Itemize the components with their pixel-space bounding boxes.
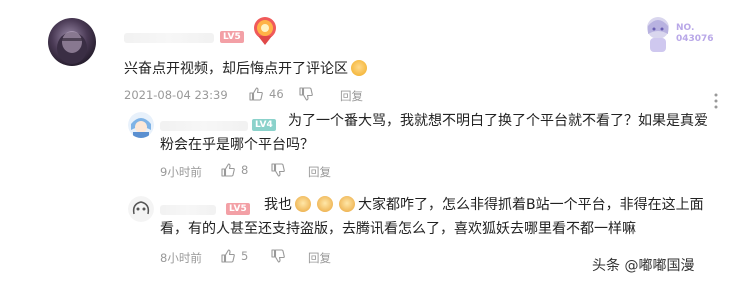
reply-2-like-count: 5 — [241, 249, 249, 263]
reply-2-time: 8小时前 — [160, 251, 202, 265]
reply-2-text-body: 大家都咋了，怎么非得抓着B站一个平台，非得在这上面 — [358, 197, 704, 213]
reply-1-reply-label: 回复 — [308, 165, 331, 179]
reply-2-reply-label: 回复 — [308, 251, 331, 265]
comment-like-button[interactable]: 46 — [248, 86, 284, 102]
comment-reply-button[interactable]: 回复 — [340, 88, 363, 104]
reply-2-text-line2: 看，有的人甚至还支持盗版，去腾讯看怎么了，喜欢狐妖去哪里看不都一样嘛 — [160, 221, 636, 237]
thumbs-down-icon — [271, 163, 285, 177]
reply-2-username[interactable] — [160, 205, 216, 215]
reply-2-text-prefix: 我也 — [264, 197, 292, 213]
watermark: 头条 @嘟嘟国漫 — [592, 255, 694, 275]
reply-1-reply-button[interactable]: 回复 — [308, 164, 331, 180]
doge-emoji-icon — [339, 196, 355, 212]
comment-date: 2021-08-04 23:39 — [124, 88, 228, 102]
comment-text: 兴奋点开视频，却后悔点开了评论区 — [124, 58, 370, 80]
reply-2-avatar[interactable] — [128, 196, 154, 222]
reply-2-text-line1: 我也 大家都咋了，怎么非得抓着B站一个平台，非得在这上面 — [264, 193, 704, 217]
thumbs-up-icon — [221, 249, 235, 263]
reply-1-time: 9小时前 — [160, 165, 202, 179]
comment-dislike-button[interactable] — [298, 86, 314, 102]
doge-emoji-icon — [317, 196, 333, 212]
thumbs-down-icon — [271, 249, 285, 263]
fan-badge-card: NO. 043076 — [640, 14, 730, 54]
reply-1-text-line1: 为了一个番大骂，我就想不明白了换了个平台就不看了？如果是真爱 — [288, 113, 708, 129]
comment-like-count: 46 — [269, 87, 284, 101]
reply-2-reply-button[interactable]: 回复 — [308, 250, 331, 266]
reply-2-level-badge: LV5 — [226, 203, 250, 215]
thumbs-up-icon — [249, 87, 263, 101]
medal-icon — [252, 16, 278, 46]
fan-badge-label: NO. — [676, 23, 695, 33]
thumbs-up-icon — [221, 163, 235, 177]
thumbs-down-icon — [299, 87, 313, 101]
fan-badge-number: 043076 — [676, 34, 714, 44]
comment-reply-label: 回复 — [340, 89, 363, 103]
fan-badge-character-icon — [647, 17, 669, 52]
reply-1-avatar[interactable] — [128, 112, 154, 138]
reply-1-text-line2: 粉会在乎是哪个平台吗？ — [160, 137, 314, 153]
reply-1-like-count: 8 — [241, 163, 249, 177]
blush-emoji-icon — [351, 60, 367, 76]
commenter-avatar[interactable] — [48, 18, 96, 66]
commenter-username[interactable] — [124, 33, 214, 43]
reply-1-level-badge: LV4 — [252, 119, 276, 131]
doge-emoji-icon — [295, 196, 311, 212]
commenter-level-badge: LV5 — [220, 31, 244, 43]
reply-2-dislike-button[interactable] — [270, 248, 286, 264]
reply-1-dislike-button[interactable] — [270, 162, 286, 178]
reply-1-username[interactable] — [160, 121, 248, 131]
more-options-icon[interactable] — [714, 93, 718, 109]
reply-2-like-button[interactable]: 5 — [220, 248, 248, 264]
reply-1-like-button[interactable]: 8 — [220, 162, 248, 178]
comment-body: 兴奋点开视频，却后悔点开了评论区 — [124, 61, 348, 77]
watermark-text: 头条 @嘟嘟国漫 — [592, 258, 695, 274]
